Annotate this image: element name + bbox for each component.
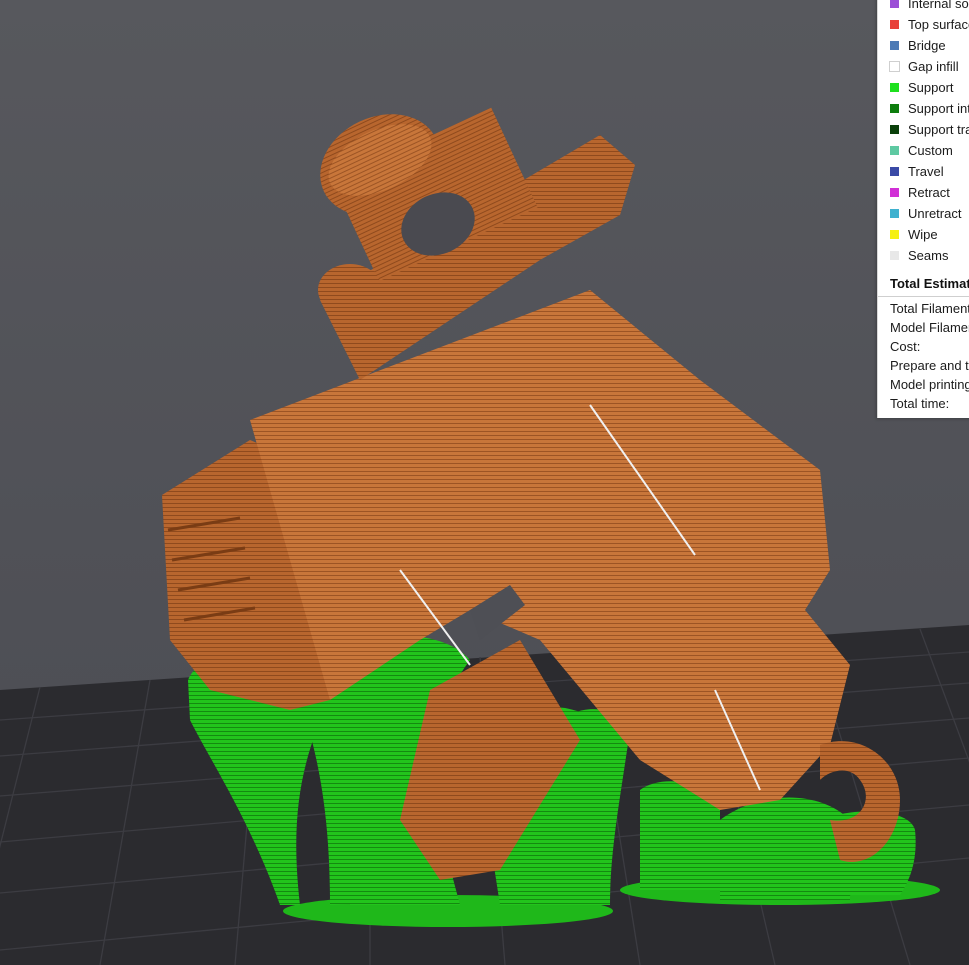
legend-item-internal-solid-infill[interactable]: Internal solid infill [890,0,969,14]
legend-item-custom[interactable]: Custom [890,140,969,161]
legend-item-retract[interactable]: Retract [890,182,969,203]
legend-swatch [890,146,899,155]
legend-swatch [890,125,899,134]
legend-swatch [889,61,900,72]
legend-label: Bridge [908,38,946,53]
legend-label: Travel [908,164,944,179]
legend-label: Wipe [908,227,938,242]
legend-swatch [890,230,899,239]
legend-swatch [890,41,899,50]
legend-item-support-interface[interactable]: Support interface [890,98,969,119]
legend-label: Seams [908,248,949,263]
legend-label: Custom [908,143,953,158]
legend-swatch [890,251,899,260]
legend-item-support-transition[interactable]: Support transition [890,119,969,140]
sliced-model-scene[interactable] [0,0,969,965]
legend-item-bridge[interactable]: Bridge [890,35,969,56]
legend-swatch [890,188,899,197]
legend-panel: Internal solid infill Top surface Bridge… [877,0,969,418]
legend-label: Support interface [908,101,969,116]
legend-label: Internal solid infill [908,0,969,11]
legend-label: Unretract [908,206,962,221]
legend-divider [878,296,969,297]
legend-item-top-surface[interactable]: Top surface [890,14,969,35]
legend-item-gap-infill[interactable]: Gap infill [889,56,969,77]
stat-model-filament: Model Filament: [890,320,969,335]
stat-total-filament: Total Filament: [890,301,969,316]
legend-swatch [890,20,899,29]
legend-item-seams[interactable]: Seams [890,245,969,266]
stat-prepare-time: Prepare and time: [890,358,969,373]
legend-item-support[interactable]: Support [890,77,969,98]
stat-total-time: Total time: [890,396,950,411]
legend-swatch [890,83,899,92]
legend-item-wipe[interactable]: Wipe [890,224,969,245]
legend-label: Support transition [908,122,969,137]
legend-label: Retract [908,185,950,200]
legend-swatch [890,167,899,176]
legend-item-travel[interactable]: Travel [890,161,969,182]
estimation-header: Total Estimation [890,276,969,291]
legend-label: Support [908,80,954,95]
legend-swatch [890,104,899,113]
stat-cost: Cost: [890,339,921,354]
legend-swatch [890,209,899,218]
legend-label: Gap infill [908,59,959,74]
legend-label: Top surface [908,17,969,32]
legend-swatch [890,0,899,8]
legend-item-unretract[interactable]: Unretract [890,203,969,224]
stat-model-printing-time: Model printing time: [890,377,969,392]
3d-preview-viewport[interactable]: Internal solid infill Top surface Bridge… [0,0,969,965]
